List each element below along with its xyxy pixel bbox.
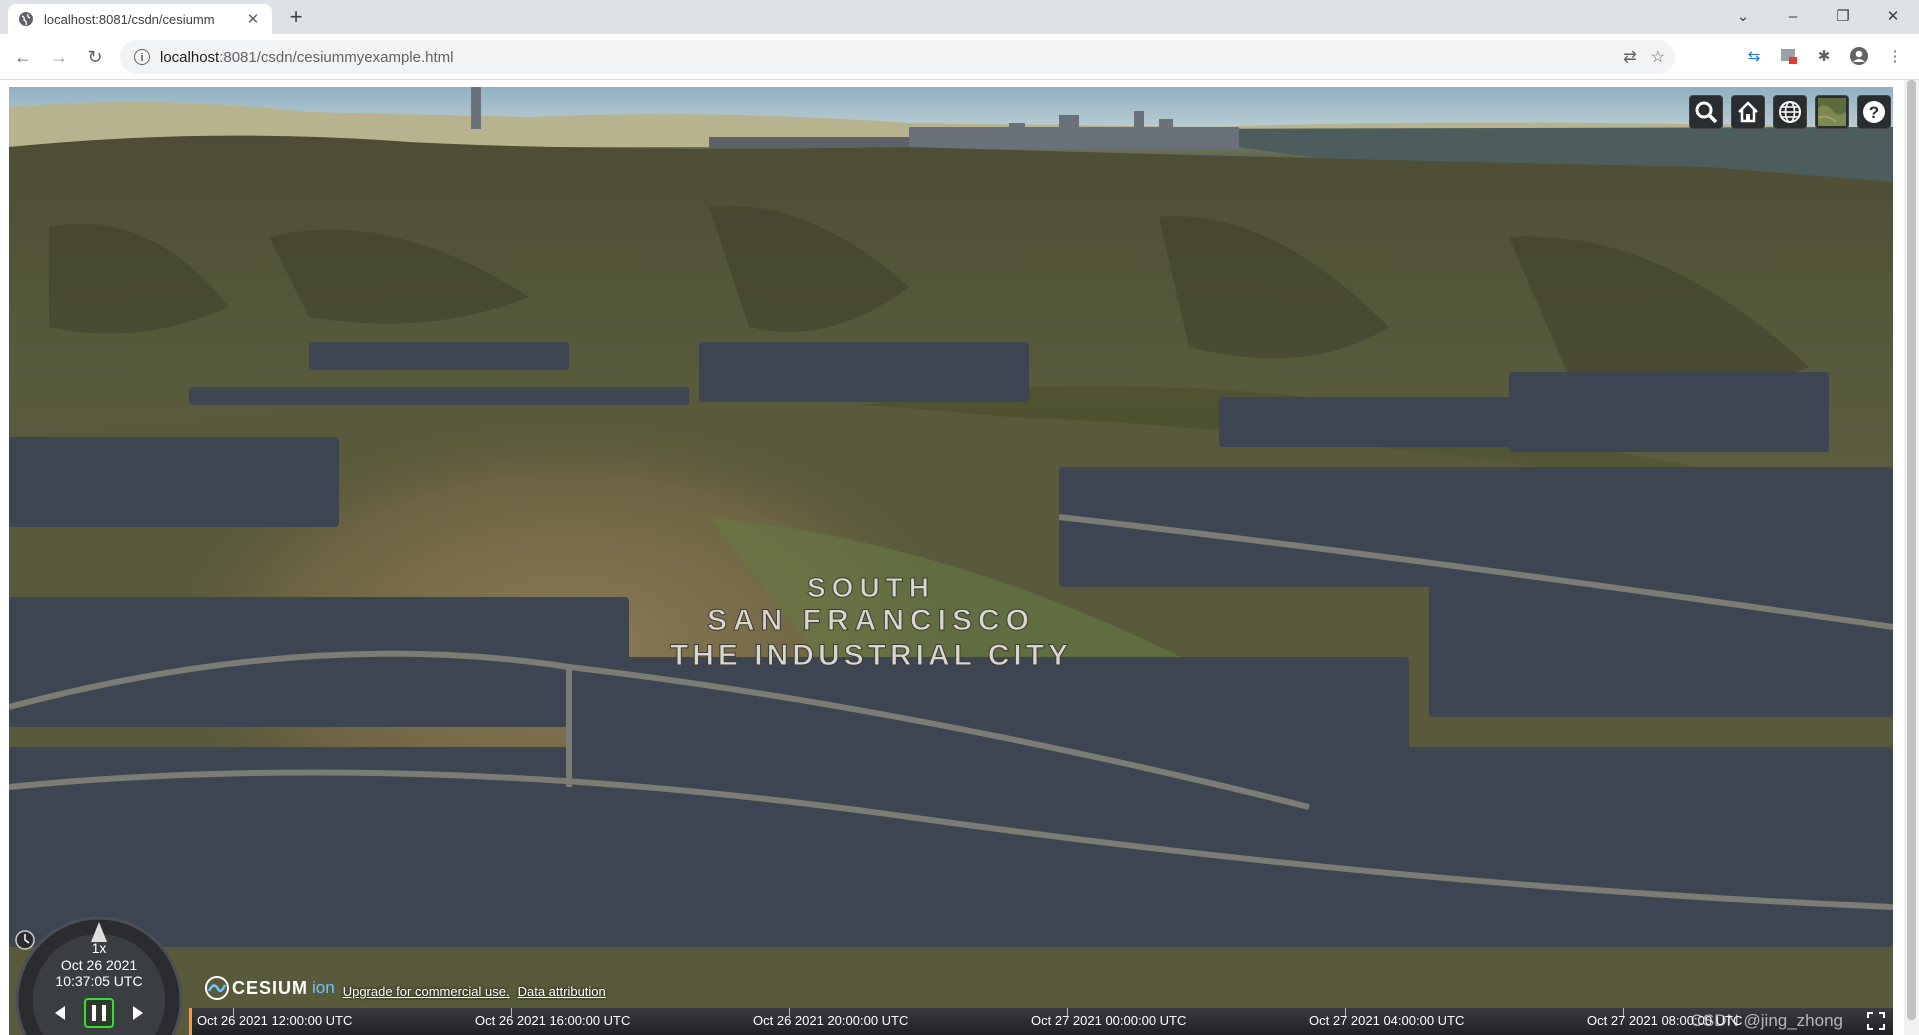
cesium-viewer[interactable]: SOUTH SAN FRANCISCO THE INDUSTRIAL CITY … <box>9 87 1893 1035</box>
cesium-logo-text: CESIUM <box>232 977 309 998</box>
fullscreen-button[interactable] <box>1865 1012 1887 1032</box>
back-icon[interactable]: ← <box>10 44 36 70</box>
svg-text:?: ? <box>1869 103 1879 122</box>
terrain-scene[interactable]: SOUTH SAN FRANCISCO THE INDUSTRIAL CITY <box>9 87 1893 1035</box>
translate-extension-icon[interactable]: ⇆ <box>1743 46 1765 68</box>
page-scrollbar[interactable] <box>1904 80 1919 1035</box>
sign-line-1: SOUTH <box>807 572 935 603</box>
credits-bar: CESIUM ion Upgrade for commercial use. D… <box>204 975 606 1001</box>
clock-time: 10:37:05 UTC <box>55 973 142 989</box>
upgrade-link[interactable]: Upgrade for commercial use. <box>343 984 510 999</box>
reload-icon[interactable]: ↻ <box>82 44 108 70</box>
forward-icon[interactable]: → <box>46 44 72 70</box>
cesium-ion-logo[interactable]: CESIUM ion <box>204 975 335 1001</box>
timeline-label: Oct 26 2021 16:00:00 UTC <box>475 1013 631 1028</box>
help-icon: ? <box>1863 101 1885 123</box>
address-bar[interactable]: i localhost:8081/csdn/cesiummyexample.ht… <box>120 40 1675 74</box>
pause-icon <box>92 1005 96 1021</box>
base-layer-picker-button[interactable] <box>1815 95 1849 129</box>
restore-button[interactable]: ❐ <box>1823 4 1863 30</box>
clock-date: Oct 26 2021 <box>61 957 137 973</box>
sign-line-3: THE INDUSTRIAL CITY <box>670 639 1072 672</box>
clock-mode-icon[interactable] <box>15 930 35 950</box>
csdn-watermark: CSDN @jing_zhong <box>1690 1011 1843 1030</box>
timeline-needle[interactable] <box>189 1008 192 1035</box>
search-icon <box>1695 101 1718 124</box>
home-icon <box>1738 101 1758 123</box>
tab-strip: localhost:8081/csdn/cesiumm ✕ + ⌄ – ❐ ✕ <box>0 0 1919 34</box>
globe-icon <box>1779 101 1801 123</box>
close-window-button[interactable]: ✕ <box>1873 4 1913 30</box>
geocoder-search-button[interactable] <box>1689 95 1723 129</box>
globe-favicon-icon <box>19 12 33 26</box>
new-tab-button[interactable]: + <box>283 5 309 31</box>
browser-tab[interactable]: localhost:8081/csdn/cesiumm ✕ <box>8 4 272 34</box>
fullscreen-icon <box>1867 1012 1885 1030</box>
menu-kebab-icon[interactable]: ⋮ <box>1884 46 1906 68</box>
url-text[interactable]: localhost:8081/csdn/cesiummyexample.html <box>160 49 453 66</box>
puzzle-extensions-icon[interactable]: ✱ <box>1813 46 1835 68</box>
profile-avatar-icon[interactable] <box>1848 46 1870 68</box>
timeline-label: Oct 27 2021 04:00:00 UTC <box>1309 1013 1465 1028</box>
ion-logo-text: ion <box>312 978 335 997</box>
imagery-layer-icon <box>1818 98 1846 126</box>
scene-mode-button[interactable] <box>1773 95 1807 129</box>
timeline-label: Oct 27 2021 00:00:00 UTC <box>1031 1013 1187 1028</box>
timeline-label: Oct 26 2021 20:00:00 UTC <box>753 1013 909 1028</box>
bookmark-star-icon[interactable]: ☆ <box>1651 47 1665 67</box>
pause-button[interactable] <box>84 998 114 1028</box>
navigation-help-button[interactable]: ? <box>1857 95 1891 129</box>
browser-toolbar: ← → ↻ i localhost:8081/csdn/cesiummyexam… <box>0 34 1919 80</box>
timeline-label: Oct 26 2021 12:00:00 UTC <box>197 1013 353 1028</box>
tab-close-icon[interactable]: ✕ <box>244 10 262 28</box>
tab-search-button[interactable]: ⌄ <box>1723 4 1763 30</box>
home-button[interactable] <box>1731 95 1765 129</box>
translate-icon[interactable]: ⇄ <box>1623 47 1636 67</box>
tab-title: localhost:8081/csdn/cesiumm <box>44 11 215 27</box>
site-info-icon[interactable]: i <box>134 49 150 65</box>
timeline[interactable]: Oct 26 2021 12:00:00 UTC Oct 26 2021 16:… <box>189 1007 1893 1035</box>
extension-icon[interactable] <box>1778 46 1800 68</box>
cesium-logo-icon <box>205 976 229 1000</box>
scrollbar-thumb[interactable] <box>1907 80 1916 1020</box>
data-attribution-link[interactable]: Data attribution <box>518 984 606 999</box>
sign-line-2: SAN FRANCISCO <box>707 604 1035 637</box>
minimize-button[interactable]: – <box>1773 4 1813 30</box>
clock-speed: 1x <box>92 940 107 956</box>
animation-widget[interactable]: 1x Oct 26 2021 10:37:05 UTC <box>9 910 189 1035</box>
